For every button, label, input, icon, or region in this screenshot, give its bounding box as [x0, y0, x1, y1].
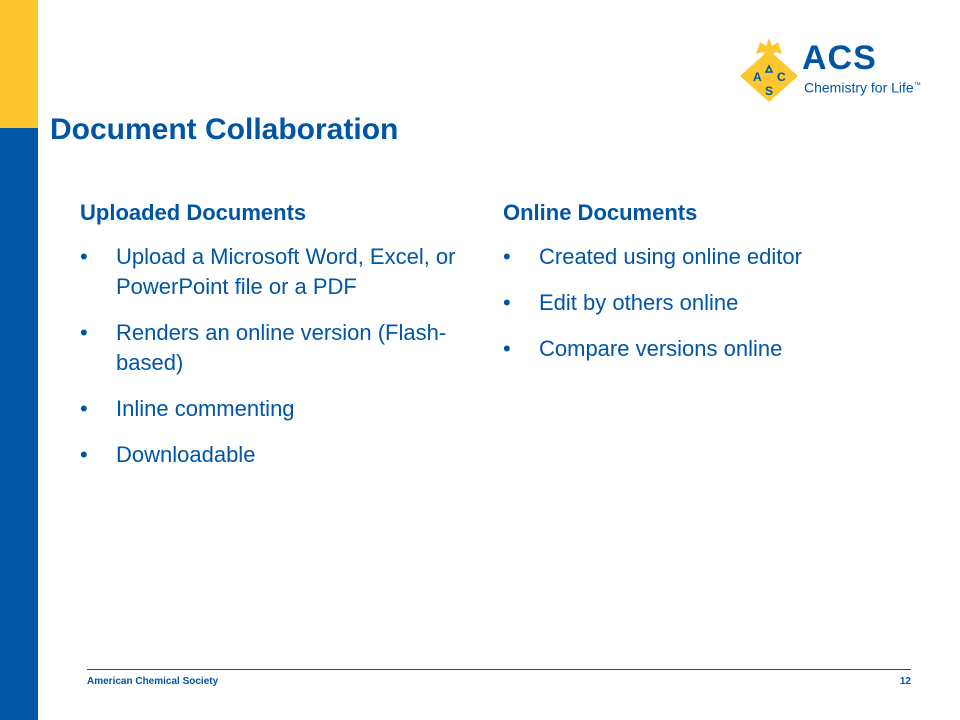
list-item-text: Upload a Microsoft Word, Excel, or Power…	[116, 244, 456, 299]
page-number: 12	[899, 676, 911, 687]
logo-tagline-row: Chemistry for Life™	[804, 78, 921, 96]
list-item: • Inline commenting	[80, 394, 480, 424]
column-heading: Uploaded Documents	[80, 200, 307, 225]
bullet-icon: •	[503, 290, 511, 315]
bullet-icon: •	[80, 396, 88, 421]
bullet-icon: •	[80, 320, 88, 345]
bullet-list: • Upload a Microsoft Word, Excel, or Powe…	[80, 242, 480, 470]
list-item: • Edit by others online	[503, 288, 903, 318]
bullet-icon: •	[503, 336, 511, 361]
acs-logo: A C S ACS Chemistry for Life™	[736, 36, 926, 104]
list-item: • Renders an online version (Flash-based)	[80, 318, 480, 378]
list-item: • Compare versions online	[503, 334, 903, 364]
list-item: • Downloadable	[80, 440, 480, 470]
bullet-icon: •	[80, 442, 88, 467]
list-item-text: Inline commenting	[116, 396, 295, 421]
online-documents-column: Online Documents • Created using online e…	[503, 196, 903, 380]
page-title: Document Collaboration	[50, 113, 399, 146]
bullet-list: • Created using online editor • Edit by ot…	[503, 242, 903, 364]
list-item-text: Created using online editor	[539, 244, 802, 269]
column-heading: Online Documents	[503, 200, 698, 225]
logo-wordmark: ACS	[802, 39, 877, 77]
emblem-letter-c: C	[777, 70, 786, 84]
uploaded-documents-column: Uploaded Documents • Upload a Microsoft W…	[80, 196, 480, 486]
list-item-text: Renders an online version (Flash-based)	[116, 320, 447, 375]
list-item: • Created using online editor	[503, 242, 903, 272]
accent-bar-yellow	[0, 0, 38, 128]
bullet-icon: •	[80, 244, 88, 269]
footer-divider	[87, 669, 911, 670]
emblem-letter-s: S	[765, 84, 773, 98]
bullet-icon: •	[503, 244, 511, 269]
emblem-letter-a: A	[753, 70, 762, 84]
logo-tagline: Chemistry for Life	[804, 79, 914, 96]
list-item-text: Edit by others online	[539, 290, 739, 315]
acs-emblem-icon: A C S	[740, 38, 798, 102]
list-item: • Upload a Microsoft Word, Excel, or Powe…	[80, 242, 480, 302]
accent-bar-blue	[0, 128, 38, 720]
logo-trademark: ™	[913, 82, 921, 89]
footer-organization: American Chemical Society	[87, 676, 219, 687]
list-item-text: Compare versions online	[539, 336, 783, 361]
list-item-text: Downloadable	[116, 442, 256, 467]
